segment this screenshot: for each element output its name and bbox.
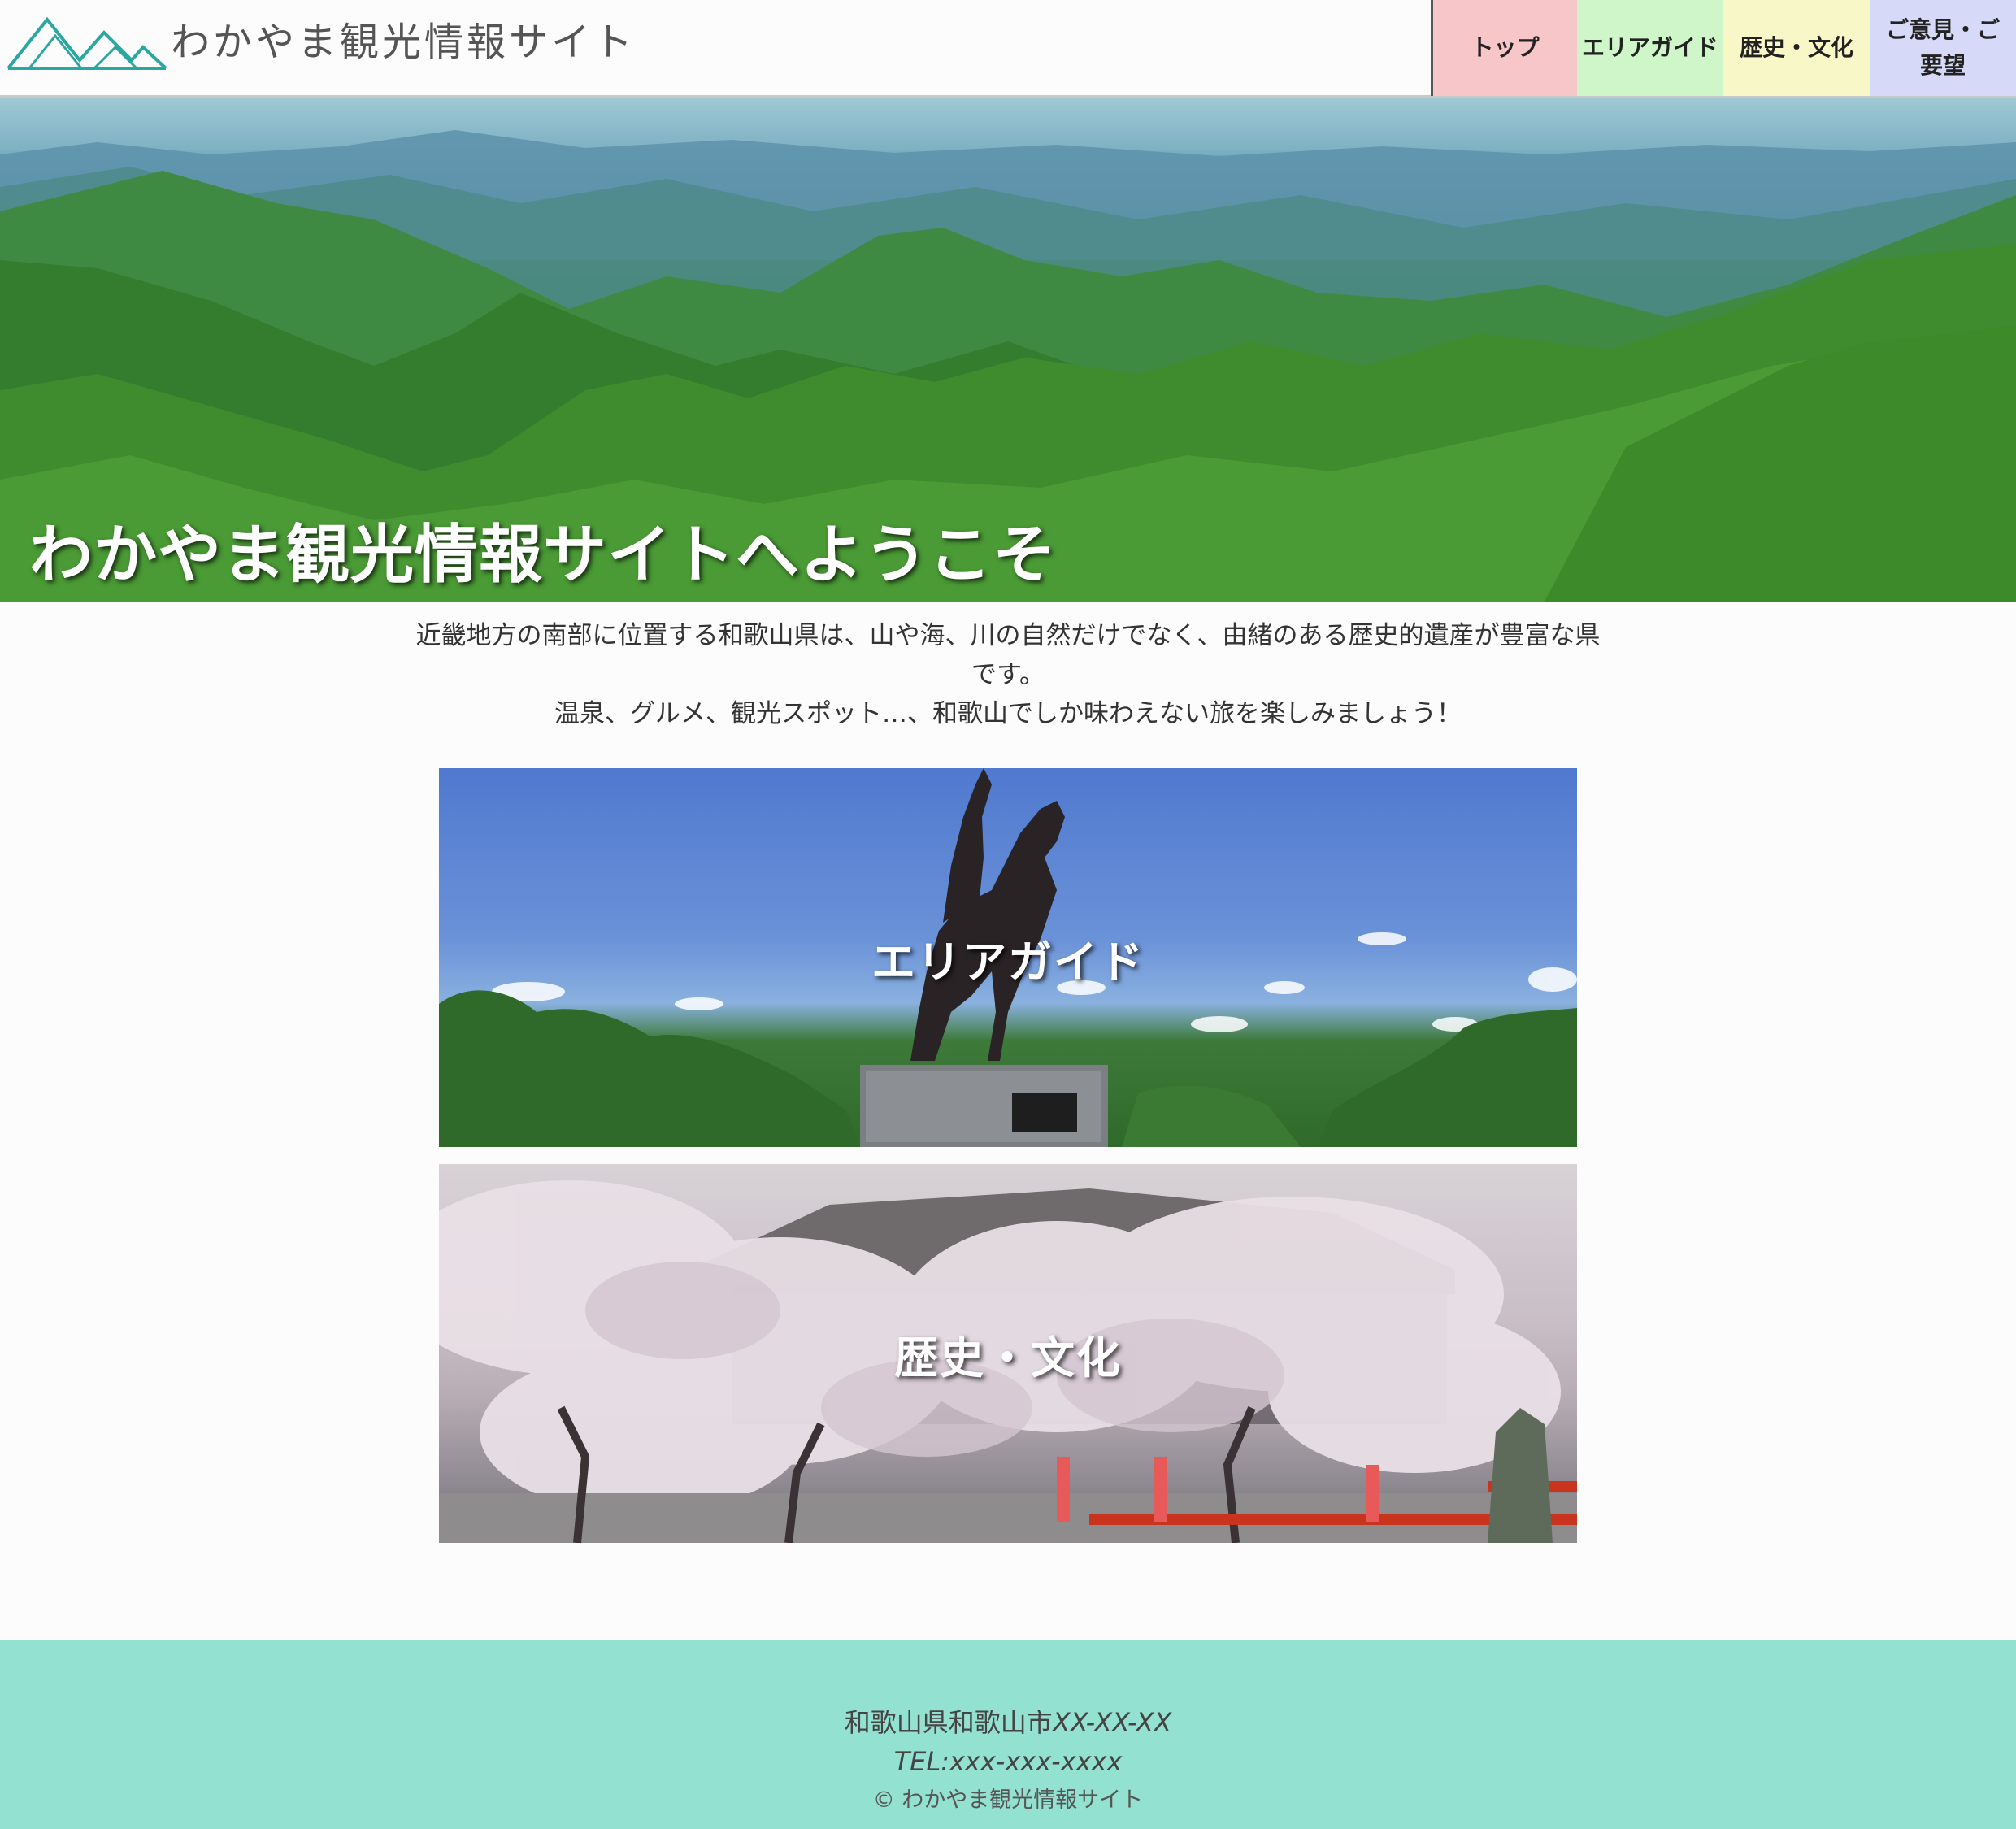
footer-copyright: © わかやま観光情報サイト [872,1788,1144,1813]
nav-area-guide[interactable]: エリアガイド [1577,0,1723,96]
intro-line-1: 近畿地方の南部に位置する和歌山県は、山や海、川の自然だけでなく、由緒のある歴史的… [415,621,1601,689]
address-prefix: 和歌山県和歌山市 [844,1707,1053,1738]
intro-text: 近畿地方の南部に位置する和歌山県は、山や海、川の自然だけでなく、由緒のある歴史的… [415,616,1601,733]
footer-address: 和歌山県和歌山市XX-XX-XX [0,1705,2016,1740]
hero-title: わかやま観光情報サイトへようこそ [29,519,1058,592]
intro-line-2: 温泉、グルメ、観光スポット…、和歌山でしか味わえない旅を楽しみましょう！ [554,699,1462,728]
hero-banner: わかやま観光情報サイトへようこそ [0,98,2016,602]
main-nav: トップ エリアガイド 歴史・文化 ご意見・ご要望 [1431,0,2016,98]
footer-tel: TEL:xxx-xxx-xxxx [893,1746,1123,1777]
nav-contact[interactable]: ご意見・ご要望 [1870,0,2016,96]
mountain-logo-icon[interactable] [7,15,167,72]
history-culture-card[interactable]: 歴史・文化 [439,1164,1577,1543]
area-guide-label[interactable]: エリアガイド [439,768,1577,1147]
site-footer: 和歌山県和歌山市XX-XX-XX TEL:xxx-xxx-xxxx © わかやま… [0,1640,2016,1829]
nav-top[interactable]: トップ [1431,0,1577,96]
site-title[interactable]: わかやま観光情報サイト [171,18,636,67]
nav-history-culture[interactable]: 歴史・文化 [1723,0,1870,96]
address-code: XX-XX-XX [1052,1707,1172,1738]
history-culture-label[interactable]: 歴史・文化 [439,1164,1577,1543]
site-header: わかやま観光情報サイト トップ エリアガイド 歴史・文化 ご意見・ご要望 [0,0,2016,98]
area-guide-card[interactable]: エリアガイド [439,768,1577,1147]
